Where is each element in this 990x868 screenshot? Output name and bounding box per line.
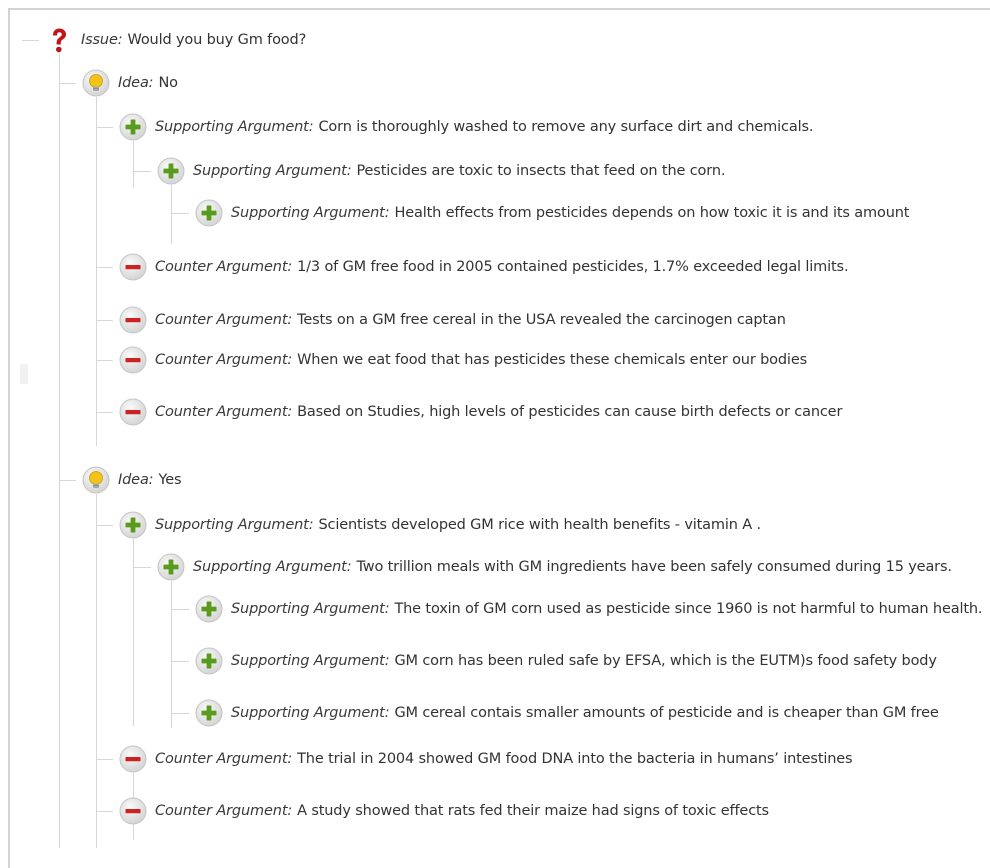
node-text: GM cereal contais smaller amounts of pes… [394,705,939,721]
node-text: Would you buy Gm food? [127,32,307,48]
node-text: No [158,75,178,91]
question-mark-icon [44,25,74,55]
node-text: Two trillion meals with GM ingredients h… [356,559,952,575]
node-type-label: Supporting Argument: [231,653,390,669]
node-type-label: Counter Argument: [155,404,293,420]
node-type-label: Supporting Argument: [193,163,352,179]
plus-icon [118,510,148,540]
supporting-argument-node[interactable]: Supporting Argument: GM cereal contais sm… [194,698,939,728]
node-text: A study showed that rats fed their maize… [297,803,769,819]
node-type-label: Counter Argument: [155,312,293,328]
node-type-label: Idea: [118,75,154,91]
minus-icon [118,744,148,774]
node-text: 1/3 of GM free food in 2005 contained pe… [297,259,849,275]
node-type-label: Idea: [118,472,154,488]
node-type-label: Supporting Argument: [193,559,352,575]
lightbulb-icon [81,465,111,495]
node-type-label: Counter Argument: [155,352,293,368]
counter-argument-node[interactable]: Counter Argument: 1/3 of GM free food in … [118,252,849,282]
plus-icon [156,156,186,186]
minus-icon [118,796,148,826]
plus-icon [194,646,224,676]
plus-icon [156,552,186,582]
supporting-argument-node[interactable]: Supporting Argument: The toxin of GM corn… [194,594,983,624]
node-text: The trial in 2004 showed GM food DNA int… [297,751,853,767]
node-text: Tests on a GM free cereal in the USA rev… [297,312,786,328]
issue-node[interactable]: Issue: Would you buy Gm food? [44,25,306,55]
idea-node[interactable]: Idea: Yes [81,465,182,495]
node-text: Health effects from pesticides depends o… [394,205,910,221]
minus-icon [118,397,148,427]
node-type-label: Issue: [81,32,123,48]
node-type-label: Counter Argument: [155,259,293,275]
node-text: Pesticides are toxic to insects that fee… [356,163,726,179]
node-type-label: Supporting Argument: [231,601,390,617]
supporting-argument-node[interactable]: Supporting Argument: Health effects from … [194,198,909,228]
node-text: Based on Studies, high levels of pestici… [297,404,843,420]
supporting-argument-node[interactable]: Supporting Argument: GM corn has been rul… [194,646,937,676]
plus-icon [194,198,224,228]
counter-argument-node[interactable]: Counter Argument: A study showed that rat… [118,796,769,826]
plus-icon [194,594,224,624]
plus-icon [194,698,224,728]
supporting-argument-node[interactable]: Supporting Argument: Scientists developed… [118,510,761,540]
node-type-label: Supporting Argument: [231,205,390,221]
node-text: Yes [158,472,182,488]
lightbulb-icon [81,68,111,98]
node-text: When we eat food that has pesticides the… [297,352,807,368]
supporting-argument-node[interactable]: Supporting Argument: Pesticides are toxic… [156,156,725,186]
node-type-label: Counter Argument: [155,803,293,819]
supporting-argument-node[interactable]: Supporting Argument: Two trillion meals w… [156,552,952,582]
node-text: Corn is thoroughly washed to remove any … [318,119,814,135]
plus-icon [118,112,148,142]
node-type-label: Supporting Argument: [155,517,314,533]
node-text: GM corn has been ruled safe by EFSA, whi… [394,653,937,669]
counter-argument-node[interactable]: Counter Argument: When we eat food that h… [118,345,807,375]
node-type-label: Supporting Argument: [155,119,314,135]
minus-icon [118,305,148,335]
counter-argument-node[interactable]: Counter Argument: Tests on a GM free cere… [118,305,786,335]
counter-argument-node[interactable]: Counter Argument: The trial in 2004 showe… [118,744,853,774]
counter-argument-node[interactable]: Counter Argument: Based on Studies, high … [118,397,842,427]
node-type-label: Supporting Argument: [231,705,390,721]
node-type-label: Counter Argument: [155,751,293,767]
minus-icon [118,345,148,375]
node-text: Scientists developed GM rice with health… [318,517,761,533]
node-text: The toxin of GM corn used as pesticide s… [394,601,983,617]
minus-icon [118,252,148,282]
idea-node[interactable]: Idea: No [81,68,178,98]
supporting-argument-node[interactable]: Supporting Argument: Corn is thoroughly w… [118,112,813,142]
